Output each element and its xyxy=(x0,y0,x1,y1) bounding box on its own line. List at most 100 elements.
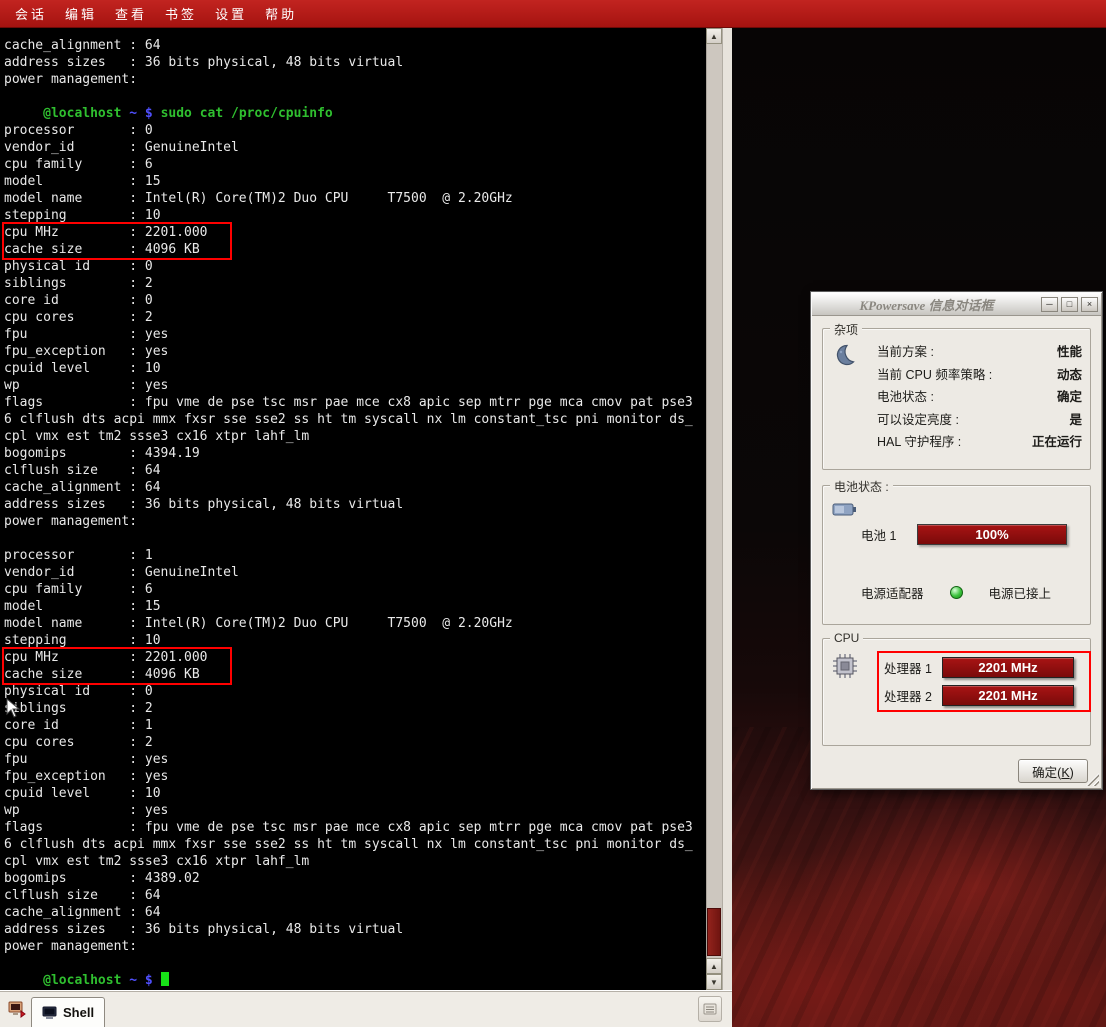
battery-row: 电池 1 100% xyxy=(861,524,1082,545)
scroll-up-icon[interactable]: ▲ xyxy=(706,958,722,974)
terminal-line: stepping : 10 xyxy=(4,207,702,224)
misc-row-brightness: 可以设定亮度 : 是 xyxy=(877,409,1082,428)
terminal-line: flags : fpu vme de pse tsc msr pae mce c… xyxy=(4,819,702,836)
misc-label: 当前 CPU 频率策略 : xyxy=(877,364,992,383)
terminal-line: model name : Intel(R) Core(TM)2 Duo CPU … xyxy=(4,190,702,207)
adapter-led-icon xyxy=(950,586,963,599)
misc-value: 确定 xyxy=(1057,386,1082,405)
cpu-legend: CPU xyxy=(830,631,863,645)
session-list-button[interactable] xyxy=(698,996,722,1022)
terminal-scrollbar[interactable]: ▲ ▲ ▼ xyxy=(706,28,722,990)
misc-value: 性能 xyxy=(1057,341,1082,360)
scroll-up-icon[interactable]: ▲ xyxy=(706,28,722,44)
terminal-line: fpu_exception : yes xyxy=(4,768,702,785)
terminal-line: cache_alignment : 64 xyxy=(4,904,702,921)
terminal-line xyxy=(4,530,702,547)
terminal-line: cache_alignment : 64 xyxy=(4,37,702,54)
misc-label: 当前方案 : xyxy=(877,341,934,360)
misc-row-cpu-policy: 当前 CPU 频率策略 : 动态 xyxy=(877,364,1082,383)
terminal-line: clflush size : 64 xyxy=(4,887,702,904)
tab-shell-label: Shell xyxy=(63,1005,94,1020)
adapter-status: 电源已接上 xyxy=(989,583,1052,602)
terminal-line: cache_alignment : 64 xyxy=(4,479,702,496)
ok-button[interactable]: 确定(K) xyxy=(1018,759,1088,783)
dialog-title: KPowersave 信息对话框 xyxy=(815,295,1038,314)
terminal-line: physical id : 0 xyxy=(4,683,702,700)
new-session-icon xyxy=(8,1000,26,1018)
new-session-button[interactable] xyxy=(4,994,30,1024)
terminal-line: stepping : 10 xyxy=(4,632,702,649)
maximize-icon[interactable]: □ xyxy=(1061,297,1078,312)
adapter-row: 电源适配器 电源已接上 xyxy=(861,583,1082,602)
menu-session[interactable]: 会话 xyxy=(6,4,56,23)
terminal-line: address sizes : 36 bits physical, 48 bit… xyxy=(4,496,702,513)
battery-label: 电池 1 xyxy=(861,525,905,544)
terminal-line: cpu cores : 2 xyxy=(4,734,702,751)
scroll-down-icon[interactable]: ▼ xyxy=(706,974,722,990)
terminal-line: cpu family : 6 xyxy=(4,581,702,598)
cpu-label: 处理器 1 xyxy=(884,658,942,677)
terminal-line: processor : 0 xyxy=(4,122,702,139)
terminal-line: wp : yes xyxy=(4,802,702,819)
minimize-icon[interactable]: ─ xyxy=(1041,297,1058,312)
mouse-cursor-icon xyxy=(6,698,20,723)
dialog-titlebar[interactable]: KPowersave 信息对话框 ─ □ × xyxy=(812,293,1101,316)
terminal-line: bogomips : 4389.02 xyxy=(4,870,702,887)
menu-edit[interactable]: 编辑 xyxy=(56,4,106,23)
scrollbar-thumb[interactable] xyxy=(707,908,721,956)
misc-row-battery-state: 电池状态 : 确定 xyxy=(877,386,1082,405)
terminal-line: 6 clflush dts acpi mmx fxsr sse sse2 ss … xyxy=(4,836,702,853)
terminal-view[interactable]: cache_alignment : 64address sizes : 36 b… xyxy=(0,28,732,990)
terminal-line: cache size : 4096 KB xyxy=(4,666,230,683)
terminal-line: power management: xyxy=(4,938,702,955)
window-border xyxy=(722,28,732,990)
menu-bookmarks[interactable]: 书签 xyxy=(156,4,206,23)
terminal-line: 6 clflush dts acpi mmx fxsr sse sse2 ss … xyxy=(4,411,702,428)
kpowersave-moon-icon xyxy=(832,343,856,372)
terminal-line xyxy=(4,88,702,105)
terminal-line: cpl vmx est tm2 ssse3 cx16 xtpr lahf_lm xyxy=(4,853,702,870)
tab-shell[interactable]: Shell xyxy=(31,997,105,1027)
terminal-line: bogomips : 4394.19 xyxy=(4,445,702,462)
session-tabbar: Shell xyxy=(0,990,732,1027)
adapter-label: 电源适配器 xyxy=(861,583,924,602)
battery-icon xyxy=(832,500,858,523)
menu-help[interactable]: 帮助 xyxy=(256,4,306,23)
terminal-line: address sizes : 36 bits physical, 48 bit… xyxy=(4,54,702,71)
terminal-line: fpu_exception : yes xyxy=(4,343,702,360)
terminal-line: wp : yes xyxy=(4,377,702,394)
cpu-freq-bar: 2201 MHz xyxy=(942,685,1074,706)
cpu-freq-bar: 2201 MHz xyxy=(942,657,1074,678)
menu-settings[interactable]: 设置 xyxy=(206,4,256,23)
terminal-line: flags : fpu vme de pse tsc msr pae mce c… xyxy=(4,394,702,411)
terminal-line: model : 15 xyxy=(4,173,702,190)
terminal-line: physical id : 0 xyxy=(4,258,702,275)
terminal-line: cpuid level : 10 xyxy=(4,360,702,377)
terminal-line: cache size : 4096 KB xyxy=(4,241,230,258)
battery-progress-bar: 100% xyxy=(917,524,1067,545)
terminal-line: @localhost ~ $ xyxy=(4,972,702,989)
terminal-line: vendor_id : GenuineIntel xyxy=(4,564,702,581)
terminal-line: core id : 0 xyxy=(4,292,702,309)
misc-legend: 杂项 xyxy=(830,321,862,338)
terminal-line: cpl vmx est tm2 ssse3 cx16 xtpr lahf_lm xyxy=(4,428,702,445)
terminal-line: clflush size : 64 xyxy=(4,462,702,479)
cpu-label: 处理器 2 xyxy=(884,686,942,705)
terminal-line xyxy=(4,955,702,972)
misc-label: 电池状态 : xyxy=(877,386,934,405)
cpu-chip-icon xyxy=(832,653,858,684)
annotation-highlight-box: cpu MHz : 2201.000cache size : 4096 KB xyxy=(2,222,232,260)
dialog-button-row: 确定(K) xyxy=(811,759,1088,783)
terminal-line: cpu MHz : 2201.000 xyxy=(4,224,230,241)
menu-view[interactable]: 查看 xyxy=(106,4,156,23)
misc-rows: 当前方案 : 性能 当前 CPU 频率策略 : 动态 电池状态 : 确定 可以设… xyxy=(877,341,1082,450)
terminal-line: cpu MHz : 2201.000 xyxy=(4,649,230,666)
terminal-line: model : 15 xyxy=(4,598,702,615)
close-icon[interactable]: × xyxy=(1081,297,1098,312)
misc-row-hal: HAL 守护程序 : 正在运行 xyxy=(877,431,1082,450)
terminal-cursor xyxy=(161,972,169,986)
terminal-line: core id : 1 xyxy=(4,717,702,734)
ok-label: 确定( xyxy=(1032,766,1061,780)
battery-groupbox: 电池状态 : 电池 1 100% 电源适配器 电源已接上 xyxy=(822,485,1091,625)
misc-value: 是 xyxy=(1069,409,1082,428)
